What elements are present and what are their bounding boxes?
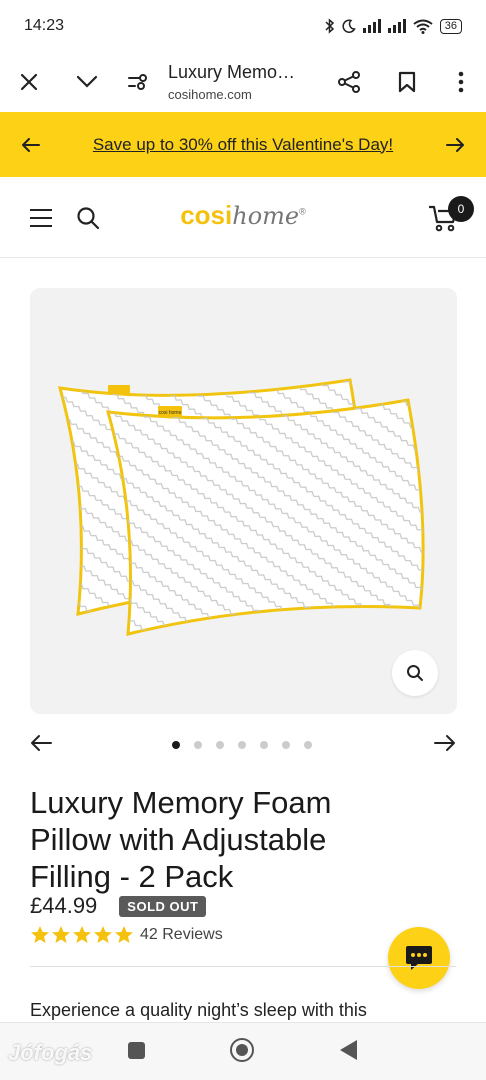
back-button[interactable] — [340, 1040, 357, 1060]
site-header: cosihome® — [0, 178, 486, 258]
product-title: Luxury Memory Foam Pillow with Adjustabl… — [30, 785, 332, 894]
carousel-nav — [0, 728, 486, 762]
divider — [30, 966, 456, 967]
carousel-dot[interactable] — [194, 741, 202, 749]
carousel-dot[interactable] — [260, 741, 268, 749]
page-title: Luxury Memo… — [168, 62, 296, 82]
more-vert-icon — [458, 71, 464, 93]
share-button[interactable] — [320, 52, 378, 112]
url-bar[interactable]: Luxury Memo… cosihome.com — [160, 62, 320, 102]
logo-registered-mark: ® — [299, 206, 306, 217]
share-icon — [338, 71, 360, 93]
cart-count-badge: 0 — [448, 196, 474, 222]
star-icon — [31, 926, 49, 943]
more-options-button[interactable] — [436, 52, 486, 112]
review-count[interactable]: 42 Reviews — [140, 926, 223, 944]
star-icon — [115, 926, 133, 943]
zoom-search-icon — [407, 665, 423, 681]
home-button[interactable] — [230, 1038, 254, 1062]
moon-icon — [342, 19, 356, 33]
battery-icon: 36 — [439, 18, 462, 34]
zoom-button[interactable] — [392, 650, 438, 696]
carousel-dot[interactable] — [304, 741, 312, 749]
pillows-illustration: cosi home — [57, 378, 425, 636]
rating-row[interactable]: 42 Reviews — [30, 925, 223, 945]
carousel-dot[interactable] — [172, 741, 180, 749]
minimize-button[interactable] — [58, 52, 116, 112]
product-price: £44.99 — [30, 893, 98, 918]
signal-icon — [362, 19, 381, 33]
wifi-icon — [413, 19, 433, 34]
product-image[interactable]: cosi home — [30, 288, 457, 714]
bluetooth-icon — [325, 18, 334, 34]
promo-link[interactable]: Save up to 30% off this Valentine's Day! — [93, 135, 393, 155]
arrow-right-icon[interactable] — [446, 137, 464, 152]
logo-text-home: home — [232, 202, 300, 230]
recents-button[interactable] — [128, 1042, 145, 1059]
close-tab-button[interactable] — [0, 52, 58, 112]
price-row: £44.99 SOLD OUT — [30, 893, 207, 919]
carousel-next-icon[interactable] — [434, 734, 456, 752]
page-settings-button[interactable] — [116, 52, 160, 112]
sold-out-badge: SOLD OUT — [119, 895, 207, 917]
star-icon — [52, 926, 70, 943]
chat-button[interactable] — [388, 927, 450, 989]
carousel-prev-icon[interactable] — [30, 734, 52, 752]
carousel-dot[interactable] — [216, 741, 224, 749]
star-icon — [73, 926, 91, 943]
status-time: 14:23 — [24, 17, 65, 34]
chat-bubble-icon — [406, 946, 432, 970]
star-icon — [94, 926, 112, 943]
chevron-down-icon — [76, 75, 98, 88]
arrow-left-icon[interactable] — [22, 137, 40, 152]
star-rating — [30, 925, 134, 945]
browser-toolbar: Luxury Memo… cosihome.com — [0, 52, 486, 112]
promo-banner: Save up to 30% off this Valentine's Day! — [0, 112, 486, 177]
bookmark-icon — [398, 71, 416, 93]
bookmark-button[interactable] — [378, 52, 436, 112]
watermark-text: Jófogás — [8, 1040, 93, 1065]
url-domain: cosihome.com — [168, 87, 252, 102]
logo-text-cosi: cosi — [180, 200, 233, 230]
product-description: Experience a quality night’s sleep with … — [30, 1000, 367, 1020]
carousel-dots — [172, 741, 312, 749]
close-icon — [20, 73, 38, 91]
carousel-dot[interactable] — [282, 741, 290, 749]
pillow-tag-label: cosi home — [159, 410, 182, 416]
page-settings-icon — [128, 74, 147, 90]
carousel-dot[interactable] — [238, 741, 246, 749]
status-icons: 36 — [325, 18, 462, 34]
status-bar: 14:23 36 — [0, 0, 486, 52]
signal-icon — [387, 19, 406, 33]
site-logo[interactable]: cosihome® — [0, 200, 486, 231]
